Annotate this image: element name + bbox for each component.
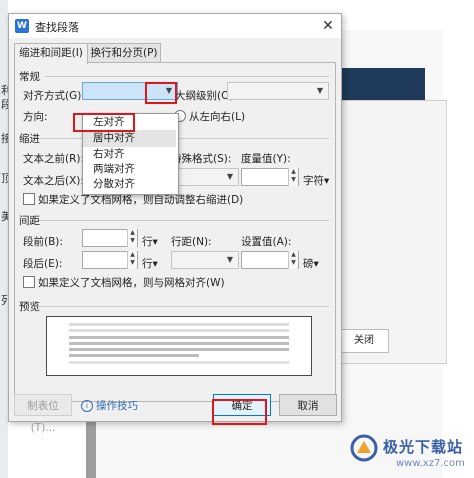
spinner-arrows-icon[interactable]: ▲▼: [127, 229, 137, 247]
direction-label: 方向:: [23, 111, 48, 123]
section-divider: [45, 76, 329, 77]
measure-spinner[interactable]: ▲ ▼: [241, 168, 299, 186]
section-divider: [39, 220, 329, 221]
preview-line: [69, 336, 289, 339]
background-dialog: [335, 100, 447, 364]
measure-unit[interactable]: 字符▾: [303, 173, 329, 188]
outline-level-select[interactable]: ▼: [227, 82, 329, 100]
tab-line-page-breaks[interactable]: 换行和分页(P): [87, 43, 161, 63]
spacing-after-label: 段后(E):: [23, 258, 63, 270]
section-divider: [39, 306, 329, 307]
spacing-grid-checkbox-label: 如果定义了文档网格，则与网格对齐(W): [38, 277, 225, 289]
setting-value-spinner[interactable]: ▲ ▼: [241, 251, 299, 269]
preview-line: [69, 323, 289, 326]
measure-label: 度量值(Y):: [241, 153, 291, 165]
spacing-after-unit[interactable]: 行▾: [142, 256, 158, 271]
annotation-highlight-ok: [212, 399, 267, 425]
alignment-label: 对齐方式(G):: [23, 90, 85, 102]
watermark-logo-icon: [350, 434, 378, 462]
spacing-after-spinner[interactable]: ▲ ▼: [82, 251, 138, 269]
paragraph-dialog: W 查找段落 ✕ 缩进和间距(I) 换行和分页(P) 常规 对齐方式(G): ▼…: [8, 13, 342, 434]
preview-line: [69, 342, 289, 345]
spacing-grid-checkbox[interactable]: [23, 276, 35, 288]
line-spacing-select[interactable]: ▼: [171, 251, 239, 269]
section-preview-label: 预览: [19, 301, 40, 313]
preview-line: [69, 348, 289, 351]
spacing-before-unit[interactable]: 行▾: [142, 234, 158, 249]
spacing-before-spinner[interactable]: ▲ ▼: [82, 229, 138, 247]
annotation-highlight-center: [73, 113, 135, 132]
spacing-before-label: 段前(B):: [23, 236, 63, 248]
cancel-button[interactable]: 取消: [279, 394, 337, 416]
chevron-down-icon[interactable]: ▼: [222, 252, 238, 268]
special-format-select[interactable]: ▼: [171, 168, 239, 186]
setting-value-label: 设置值(A):: [241, 236, 292, 248]
spinner-arrows-icon[interactable]: ▲▼: [288, 251, 298, 269]
wps-app-icon: W: [15, 19, 29, 33]
section-general-label: 常规: [19, 71, 40, 83]
chevron-down-icon[interactable]: ▼: [312, 83, 328, 99]
tips-icon[interactable]: i: [81, 400, 93, 412]
spinner-arrows-icon[interactable]: ▲▼: [127, 251, 137, 269]
section-indent-label: 缩进: [19, 133, 40, 145]
watermark-text: 极光下载站: [383, 438, 464, 456]
background-dark-banner: [340, 68, 425, 100]
tips-link[interactable]: 操作技巧: [96, 398, 138, 413]
tab-indent-spacing[interactable]: 缩进和间距(I): [14, 43, 88, 64]
dropdown-option-distributed[interactable]: 分散对齐: [83, 176, 176, 193]
line-spacing-label: 行距(N):: [171, 236, 212, 248]
preview-line: [69, 329, 289, 332]
ltr-radio-label: 从左向右(L): [189, 111, 246, 123]
paragraph-preview: [46, 316, 312, 376]
special-format-label: 特殊格式(S):: [171, 153, 232, 165]
chevron-down-icon[interactable]: ▼: [222, 169, 238, 185]
dialog-title: 查找段落: [35, 21, 79, 34]
indent-after-label: 文本之后(X):: [23, 175, 84, 187]
close-icon[interactable]: ✕: [318, 16, 338, 36]
section-spacing-label: 间距: [19, 215, 40, 227]
background-gray-column: [86, 420, 96, 478]
dialog-titlebar[interactable]: W 查找段落 ✕: [9, 14, 341, 38]
background-sidebar: [0, 0, 8, 478]
spinner-arrows-icon[interactable]: ▲▼: [288, 168, 298, 186]
indent-grid-checkbox[interactable]: [23, 193, 35, 205]
preview-line: [69, 354, 199, 357]
indent-before-label: 文本之前(R):: [23, 153, 85, 165]
setting-value-unit[interactable]: 磅▾: [303, 256, 319, 271]
tab-stops-button[interactable]: 制表位(T)...: [14, 394, 72, 434]
dropdown-option-center[interactable]: 居中对齐: [83, 130, 176, 147]
annotation-highlight-arrow: [145, 82, 177, 104]
preview-line: [69, 361, 289, 364]
watermark-url: www.xz7.com: [396, 458, 465, 469]
background-close-button[interactable]: 关闭: [339, 329, 389, 353]
